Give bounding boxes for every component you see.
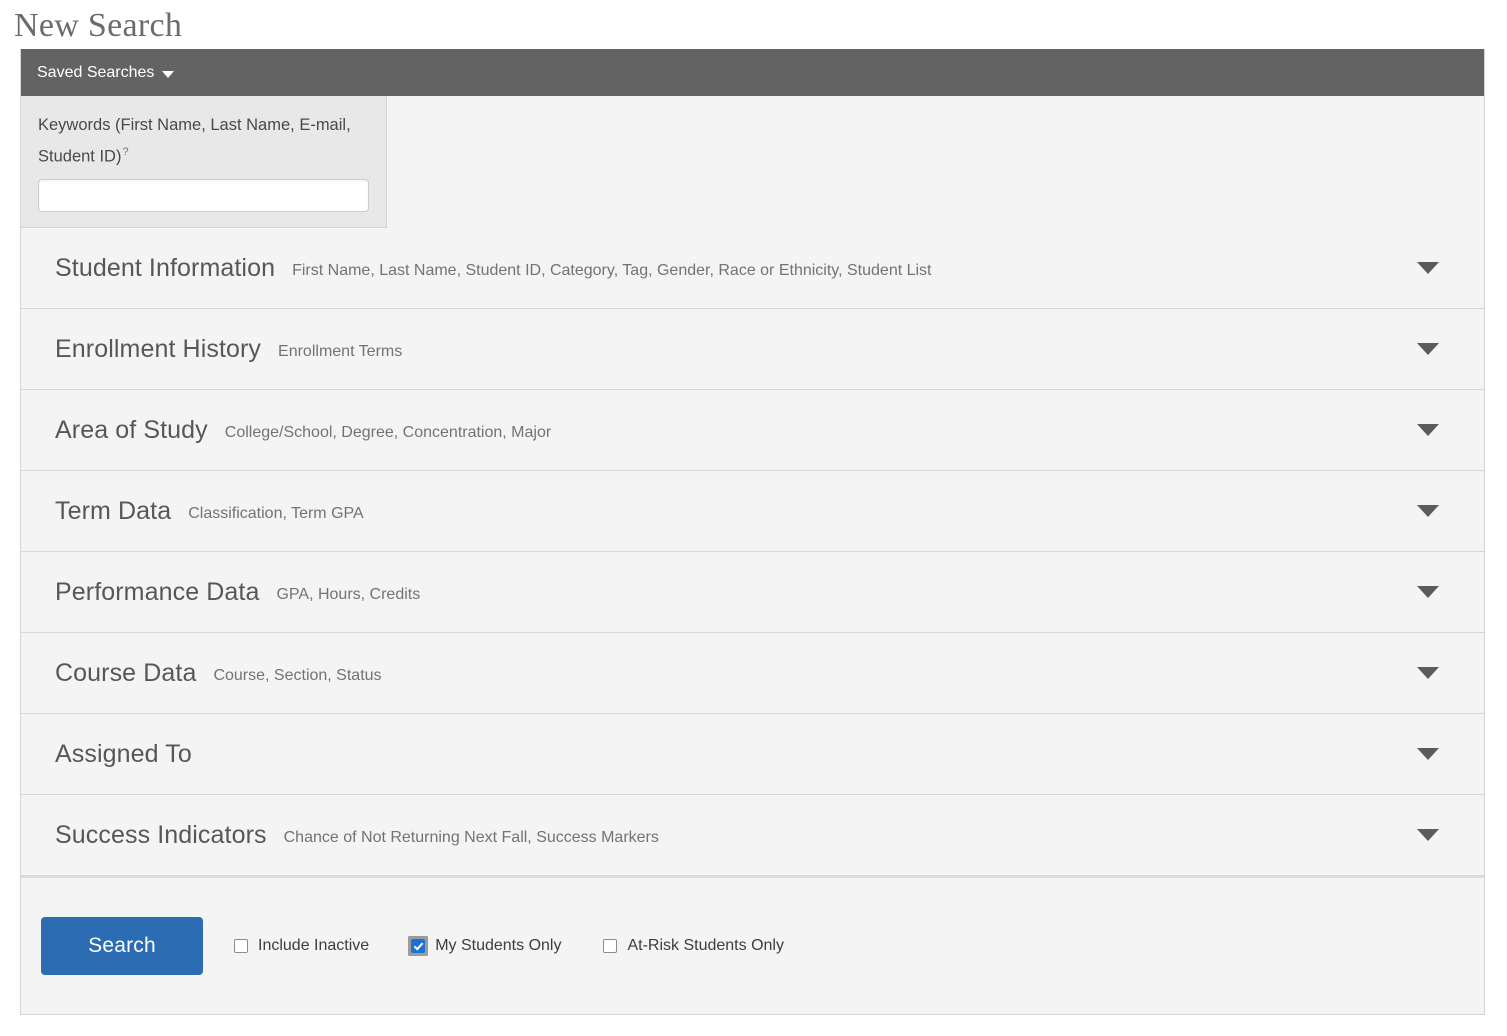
checkbox-label: At-Risk Students Only: [627, 937, 784, 954]
section-student-information[interactable]: Student Information First Name, Last Nam…: [21, 228, 1484, 309]
section-term-data[interactable]: Term Data Classification, Term GPA: [21, 471, 1484, 552]
section-title: Assigned To: [55, 739, 192, 768]
triangle-down-icon[interactable]: [1417, 586, 1439, 598]
section-title: Enrollment History: [55, 334, 262, 363]
section-title: Student Information: [55, 253, 276, 282]
section-subtitle: Enrollment Terms: [278, 343, 403, 360]
search-button[interactable]: Search: [41, 917, 203, 975]
section-title: Course Data: [55, 658, 197, 687]
checkbox-include-inactive[interactable]: Include Inactive: [231, 936, 369, 956]
search-options-group: Include Inactive My Students Only At-Ris…: [231, 936, 784, 956]
checkbox-box[interactable]: [234, 939, 248, 953]
section-subtitle: College/School, Degree, Concentration, M…: [224, 424, 552, 441]
checkbox-label: My Students Only: [435, 937, 562, 954]
triangle-down-icon[interactable]: [1417, 667, 1439, 679]
section-subtitle: First Name, Last Name, Student ID, Categ…: [292, 262, 932, 279]
section-title: Area of Study: [55, 415, 208, 444]
search-panel: Saved Searches Keywords (First Name, Las…: [20, 49, 1485, 1015]
triangle-down-icon[interactable]: [1417, 505, 1439, 517]
section-area-of-study[interactable]: Area of Study College/School, Degree, Co…: [21, 390, 1484, 471]
checkbox-wrapper: [408, 936, 429, 956]
checkbox-at-risk-students-only[interactable]: At-Risk Students Only: [600, 936, 784, 956]
keywords-input[interactable]: [38, 178, 369, 212]
checkbox-box-checked[interactable]: [411, 939, 426, 953]
triangle-down-icon[interactable]: [1417, 424, 1439, 436]
checkbox-my-students-only[interactable]: My Students Only: [408, 936, 561, 956]
section-title: Performance Data: [55, 577, 260, 606]
checkbox-wrapper: [231, 936, 251, 956]
section-title: Success Indicators: [55, 820, 267, 849]
section-subtitle: GPA, Hours, Credits: [276, 586, 421, 603]
section-success-indicators[interactable]: Success Indicators Chance of Not Returni…: [21, 795, 1484, 876]
checkbox-label: Include Inactive: [258, 937, 370, 954]
triangle-down-icon[interactable]: [1417, 343, 1439, 355]
section-enrollment-history[interactable]: Enrollment History Enrollment Terms: [21, 309, 1484, 390]
triangle-down-icon[interactable]: [1417, 829, 1439, 841]
triangle-down-icon[interactable]: [1417, 748, 1439, 760]
saved-searches-bar: Saved Searches: [21, 49, 1484, 96]
page-title: New Search: [14, 7, 183, 44]
new-search-page: New Search Saved Searches Keywords (Firs…: [0, 0, 1507, 1036]
section-subtitle: Classification, Term GPA: [188, 505, 364, 522]
keywords-label: Keywords (First Name, Last Name, E-mail,…: [38, 112, 368, 171]
section-course-data[interactable]: Course Data Course, Section, Status: [21, 633, 1484, 714]
saved-searches-dropdown[interactable]: Saved Searches: [37, 63, 175, 82]
keywords-row: Keywords (First Name, Last Name, E-mail,…: [21, 96, 1484, 228]
search-footer: Search Include Inactive My Students Only: [21, 876, 1484, 1014]
checkbox-wrapper: [600, 936, 620, 956]
section-subtitle: Course, Section, Status: [213, 667, 382, 684]
saved-searches-label: Saved Searches: [37, 63, 155, 81]
help-icon[interactable]: ?: [122, 146, 128, 158]
chevron-down-icon: [162, 71, 175, 78]
keywords-label-text: Keywords (First Name, Last Name, E-mail,…: [38, 116, 351, 166]
section-title: Term Data: [55, 496, 172, 525]
keywords-panel: Keywords (First Name, Last Name, E-mail,…: [21, 96, 387, 228]
checkbox-box[interactable]: [603, 939, 618, 953]
section-assigned-to[interactable]: Assigned To: [21, 714, 1484, 795]
triangle-down-icon[interactable]: [1417, 262, 1439, 274]
section-subtitle: Chance of Not Returning Next Fall, Succe…: [283, 829, 659, 846]
section-performance-data[interactable]: Performance Data GPA, Hours, Credits: [21, 552, 1484, 633]
